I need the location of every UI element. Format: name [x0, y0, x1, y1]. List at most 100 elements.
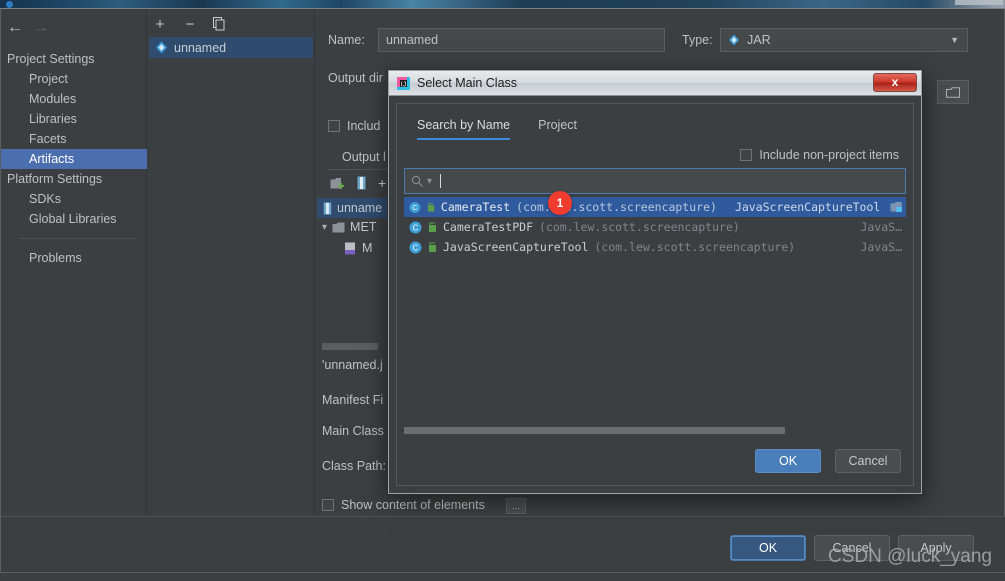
- search-results-list[interactable]: C CameraTest (com.lew.scott.screencaptur…: [404, 197, 906, 437]
- add-artifact-button[interactable]: +: [152, 17, 168, 33]
- nav-history-controls[interactable]: ← →: [7, 17, 49, 39]
- close-icon[interactable]: x: [873, 73, 917, 92]
- name-label: Name:: [328, 33, 365, 47]
- jar-artifact-icon: [156, 41, 167, 54]
- results-horizontal-scrollbar[interactable]: [404, 426, 906, 435]
- unnamed-jar-label: 'unnamed.j: [322, 358, 383, 372]
- output-layout-toolbar: +: [330, 176, 386, 190]
- main-class-label: Main Class: [322, 424, 384, 438]
- text-caret: [440, 174, 442, 188]
- dialog-title-bar[interactable]: IJ Select Main Class x: [389, 71, 921, 96]
- result-module: JavaS…: [860, 240, 902, 254]
- result-class-name: JavaScreenCaptureTool: [443, 240, 589, 254]
- include-checkbox[interactable]: [328, 120, 340, 132]
- artifacts-toolbar: + −: [152, 17, 228, 33]
- sidebar-item-facets[interactable]: Facets: [1, 129, 147, 149]
- module-icon: [890, 202, 903, 212]
- result-module: JavaS…: [860, 220, 902, 234]
- browse-output-dir-button[interactable]: [937, 80, 969, 104]
- tab-search-by-name[interactable]: Search by Name: [417, 118, 511, 140]
- nav-divider: [19, 238, 135, 239]
- search-input[interactable]: ▾: [404, 168, 906, 194]
- java-class-icon: C: [409, 221, 422, 233]
- dialog-cancel-button[interactable]: Cancel: [835, 449, 901, 473]
- output-tree-row-meta-inf[interactable]: ▾ MET: [322, 220, 376, 234]
- sidebar-item-problems[interactable]: Problems: [1, 248, 147, 268]
- dialog-tabs: Search by Name Project: [417, 118, 577, 140]
- nav-group-platform-settings: Platform Settings: [7, 172, 103, 186]
- result-row-java-screen-capture-tool[interactable]: C JavaScreenCaptureTool (com.lew.scott.s…: [404, 237, 906, 257]
- result-class-name: CameraTestPDF: [443, 220, 534, 234]
- sidebar-item-global-libraries[interactable]: Global Libraries: [1, 209, 147, 229]
- screenshot-root: ← → Project Settings Project Modules Lib…: [0, 0, 1005, 581]
- dialog-button-row: OK Cancel: [755, 449, 901, 473]
- result-package: (com.lew.scott.screencapture): [594, 240, 796, 254]
- public-member-icon: [427, 202, 434, 212]
- chevron-down-icon: ▼: [950, 35, 959, 45]
- result-module: JavaScreenCaptureTool: [734, 200, 881, 214]
- java-class-icon: C: [409, 201, 421, 213]
- class-path-label: Class Path:: [322, 459, 386, 473]
- result-package: (com.lew.scott.screencapture): [539, 220, 740, 234]
- output-tree-label-manifest: M: [362, 241, 373, 255]
- step-badge-1: 1: [548, 191, 572, 215]
- manifest-file-icon: [345, 242, 355, 254]
- artifact-item-unnamed[interactable]: unnamed: [149, 37, 313, 58]
- forward-arrow-icon: →: [33, 19, 49, 36]
- svg-text:C: C: [413, 243, 419, 252]
- result-row-camera-test-pdf[interactable]: C CameraTestPDF (com.lew.scott.screencap…: [404, 217, 906, 237]
- tab-project[interactable]: Project: [538, 118, 577, 140]
- copy-artifact-button[interactable]: [212, 17, 228, 33]
- background-app-dot-icon: [6, 1, 13, 8]
- result-class-name: CameraTest: [440, 200, 511, 214]
- public-member-icon: [429, 222, 436, 232]
- dialog-title-text: Select Main Class: [417, 76, 518, 90]
- include-non-project-items-row[interactable]: Include non-project items: [740, 148, 899, 162]
- svg-text:IJ: IJ: [401, 81, 406, 88]
- archive-icon[interactable]: [357, 176, 366, 190]
- scrollbar-thumb[interactable]: [404, 427, 785, 434]
- ok-button[interactable]: OK: [730, 535, 806, 561]
- manifest-file-label: Manifest Fi: [322, 393, 384, 407]
- archive-icon: [323, 201, 332, 215]
- back-arrow-icon[interactable]: ←: [7, 17, 23, 39]
- select-main-class-dialog: IJ Select Main Class x Search by Name Pr…: [388, 70, 922, 494]
- copy-icon: [213, 17, 225, 31]
- output-dir-label: Output dir: [328, 71, 383, 85]
- java-class-icon: C: [409, 241, 422, 253]
- sidebar-item-libraries[interactable]: Libraries: [1, 109, 147, 129]
- sidebar-item-modules[interactable]: Modules: [1, 89, 147, 109]
- artifacts-list-pane: + − unnamed: [148, 9, 315, 518]
- intellij-idea-icon: IJ: [397, 76, 410, 90]
- jar-type-icon: [728, 34, 740, 46]
- show-content-checkbox[interactable]: [322, 499, 334, 511]
- sidebar-item-artifacts[interactable]: Artifacts: [1, 149, 147, 169]
- add-folder-icon[interactable]: [330, 177, 345, 190]
- include-in-project-build-label: Includ: [328, 119, 380, 133]
- show-content-of-elements-label: Show content of elements: [322, 498, 485, 512]
- sidebar-item-sdks[interactable]: SDKs: [1, 189, 147, 209]
- background-desktop-strip: [0, 0, 1005, 8]
- chevron-down-icon[interactable]: ▾: [322, 222, 327, 233]
- add-element-button[interactable]: +: [378, 176, 386, 190]
- dialog-body: Search by Name Project Include non-proje…: [396, 103, 914, 486]
- include-non-project-items-checkbox[interactable]: [740, 149, 753, 161]
- nav-group-project-settings: Project Settings: [7, 52, 95, 66]
- show-content-ellipsis-button[interactable]: ...: [506, 498, 526, 514]
- output-tree-label-unnamed: unname: [337, 201, 383, 215]
- output-tree-row-manifest[interactable]: M: [344, 241, 372, 255]
- magnifier-icon: [411, 175, 423, 187]
- search-dropdown-icon[interactable]: ▾: [427, 176, 432, 187]
- result-row-camera-test[interactable]: C CameraTest (com.lew.scott.screencaptur…: [404, 197, 906, 217]
- output-layout-label: Output l: [342, 150, 386, 164]
- result-package: (com.lew.scott.screencapture): [516, 200, 717, 214]
- dialog-ok-button[interactable]: OK: [755, 449, 821, 473]
- remove-artifact-button[interactable]: −: [182, 17, 198, 33]
- folder-icon: [332, 222, 345, 232]
- watermark-text: CSDN @luck_yang: [828, 546, 992, 567]
- background-window-controls: [955, 0, 1003, 5]
- artifact-type-select[interactable]: JAR ▼: [720, 28, 968, 52]
- artifact-name-input[interactable]: unnamed: [378, 28, 665, 52]
- settings-nav-pane: ← → Project Settings Project Modules Lib…: [1, 9, 147, 556]
- sidebar-item-project[interactable]: Project: [1, 69, 147, 89]
